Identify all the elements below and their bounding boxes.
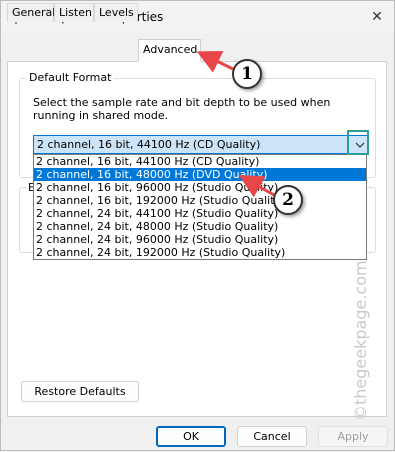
- tab-advanced[interactable]: Advanced: [138, 39, 201, 62]
- close-button[interactable]: ✕: [364, 5, 390, 29]
- tab-listen[interactable]: Listen: [54, 3, 94, 22]
- combobox-value: 2 channel, 16 bit, 44100 Hz (CD Quality): [37, 138, 261, 151]
- sample-rate-dropdown-list: 2 channel, 16 bit, 44100 Hz (CD Quality)…: [33, 154, 367, 260]
- dropdown-arrow-highlight: [347, 130, 369, 155]
- default-format-legend: Default Format: [26, 71, 115, 84]
- tab-general[interactable]: General: [7, 3, 56, 22]
- close-icon: ✕: [371, 9, 383, 25]
- cancel-button[interactable]: Cancel: [237, 426, 307, 447]
- dropdown-option[interactable]: 2 channel, 16 bit, 44100 Hz (CD Quality): [34, 155, 366, 168]
- microphone-properties-window: Microphone Properties ✕ General Listen L…: [0, 0, 395, 451]
- tab-label: Advanced: [143, 43, 198, 56]
- dropdown-option[interactable]: 2 channel, 24 bit, 192000 Hz (Studio Qua…: [34, 246, 366, 259]
- sample-rate-combobox[interactable]: 2 channel, 16 bit, 44100 Hz (CD Quality): [33, 135, 369, 154]
- dropdown-option[interactable]: 2 channel, 24 bit, 48000 Hz (Studio Qual…: [34, 220, 366, 233]
- watermark: ©thegeekpage.com: [351, 260, 370, 421]
- apply-button[interactable]: Apply: [318, 426, 388, 447]
- default-format-description: Select the sample rate and bit depth to …: [33, 96, 331, 122]
- tab-label: Listen: [59, 6, 92, 19]
- dropdown-option-selected[interactable]: 2 channel, 16 bit, 48000 Hz (DVD Quality…: [34, 168, 366, 181]
- annotation-step-1: 1: [232, 59, 262, 89]
- dropdown-option[interactable]: 2 channel, 16 bit, 96000 Hz (Studio Qual…: [34, 181, 366, 194]
- dropdown-option[interactable]: 2 channel, 16 bit, 192000 Hz (Studio Qua…: [34, 194, 366, 207]
- tab-label: General: [12, 6, 56, 19]
- tab-label: Levels: [99, 6, 134, 19]
- restore-defaults-button[interactable]: Restore Defaults: [21, 381, 139, 402]
- annotation-step-2: 2: [273, 185, 303, 215]
- dropdown-option[interactable]: 2 channel, 24 bit, 96000 Hz (Studio Qual…: [34, 233, 366, 246]
- ok-button[interactable]: OK: [156, 426, 226, 447]
- tab-levels[interactable]: Levels: [94, 3, 138, 22]
- dropdown-option[interactable]: 2 channel, 24 bit, 44100 Hz (Studio Qual…: [34, 207, 366, 220]
